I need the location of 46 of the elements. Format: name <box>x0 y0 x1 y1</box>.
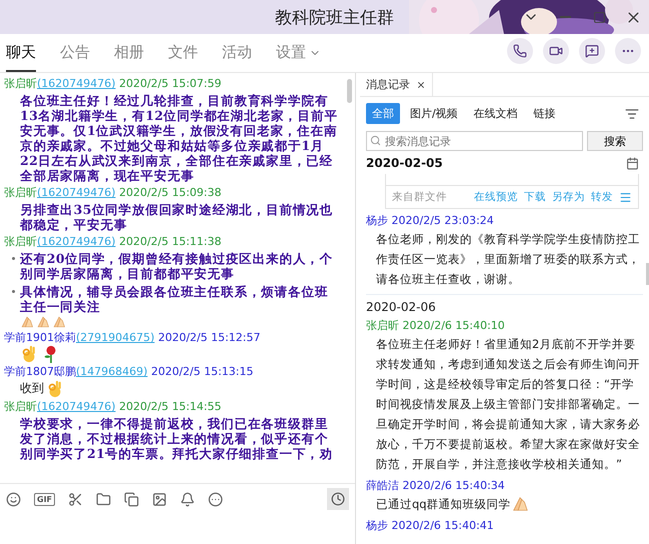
tab[interactable]: 公告 <box>60 43 90 72</box>
message-text: 学校要求，一律不得提前返校，我们已在各班级群里发了消息，不过根据统计上来的情况看，似乎还有个别同学买了21号的车票。拜托大家仔细排查一下，劝 <box>18 415 334 462</box>
message-text: 各位老师，刚发的《教育科学学院学生疫情防控工作责任区一览表》，里面新增了班委的联系方式，请各位班主任查收，谢谢。 <box>376 231 641 288</box>
message-header: 张启昕 2020/2/6 15:40:10 <box>365 318 506 333</box>
message-header: 张启昕(1620749476) 2020/2/5 15:11:38 <box>4 234 222 249</box>
message-header: 张启昕(1620749476) 2020/2/5 15:07:59 <box>4 76 222 91</box>
tab[interactable]: 相册 <box>114 43 144 72</box>
qq-number-link[interactable]: (147968469) <box>76 365 148 378</box>
file-source: 来自群文件 <box>392 190 447 204</box>
filter-tab[interactable]: 链接 <box>528 103 562 124</box>
gif-button[interactable]: GIF <box>34 492 56 506</box>
message-header: 学前1901徐莉(2791904675) 2020/2/5 15:12:57 <box>4 330 262 345</box>
tab[interactable]: 活动 <box>222 43 252 72</box>
file-action-link[interactable]: 转发 <box>591 190 613 204</box>
message-text: 收到 <box>20 380 44 397</box>
filter-tab[interactable]: 全部 <box>366 103 400 124</box>
message-header: 杨步 2020/2/6 15:40:41 <box>365 518 495 533</box>
message-text: 具体情况，辅导员会跟各位班主任联系，烦请各位班主任一同关注 <box>20 283 330 315</box>
search-field[interactable]: 搜索消息记录 <box>366 131 583 151</box>
message-header: 张启昕(1620749476) 2020/2/5 15:14:55 <box>4 399 222 414</box>
message-text: 另排查出35位同学放假回家时途经湖北，目前情况也都稳定，平安无事 <box>18 201 334 233</box>
search-button[interactable]: 搜索 <box>587 131 643 151</box>
date-heading: 2020-02-05 <box>366 156 443 170</box>
qq-number-link[interactable]: (1620749476) <box>37 77 116 90</box>
qq-number-link[interactable]: (2791904675) <box>76 331 155 344</box>
file-action-link[interactable]: 在线预览 <box>474 190 518 204</box>
tab[interactable]: 文件 <box>168 43 198 72</box>
message-header: 杨步 2020/2/5 23:03:24 <box>365 213 495 228</box>
qq-number-link[interactable]: (1620749476) <box>37 400 116 413</box>
message-header: 薛皓洁 2020/2/6 15:40:34 <box>365 478 506 493</box>
filter-tab[interactable]: 在线文档 <box>468 103 524 124</box>
file-action-link[interactable]: 下载 <box>524 190 546 204</box>
tab[interactable]: 聊天 <box>6 43 36 72</box>
message-header: 张启昕(1620749476) 2020/2/5 15:09:38 <box>4 185 222 200</box>
message-text: 各位班主任老师好！省里通知2月底前不开学并要求转发通知，考虑到通知发送之后会有师生询问开学时间，这是经校领导审定后的答复口径：“开学时间视疫情发展及上级主管部门安排部署确定。一旦确定开学时间，将会提前通知大家，请大家务必放心，千万不要提前返校。希望大家在家做好安全防范，开展自学，并注意接收学校相关通知。” <box>376 336 641 473</box>
window-title: 教科院班主任群 <box>275 6 394 28</box>
qq-number-link[interactable]: (1620749476) <box>37 186 116 199</box>
qq-number-link[interactable]: (1620749476) <box>37 235 116 248</box>
message-text: 还有20位同学，假期曾经有接触过疫区出来的人，个别同学居家隔离，目前都都平安无事 <box>20 250 334 282</box>
tab[interactable]: 设置 <box>276 43 321 72</box>
message-header: 学前1807邸鹏(147968469) 2020/2/5 15:13:15 <box>4 364 254 379</box>
date-divider: 2020-02-06 <box>366 294 643 314</box>
file-action-link[interactable]: 另存为 <box>552 190 585 204</box>
message-text: 各位班主任好！经过几轮排查，目前教育科学学院有13名湖北籍学生，有12位同学都在湖北老家，目前平安无事。仅1位武汉籍学生，放假没有回老家，住在南京的亲戚家。不过她父母和姑姑等多位亲戚都于1月22日左右从武汉来到南京，全部住在亲戚家里，已经全部居家隔离，现在平安无事 <box>19 92 339 184</box>
message-text: 已通过qq群通知班级同学 <box>376 496 511 513</box>
filter-tab[interactable]: 图片/视频 <box>404 103 464 124</box>
